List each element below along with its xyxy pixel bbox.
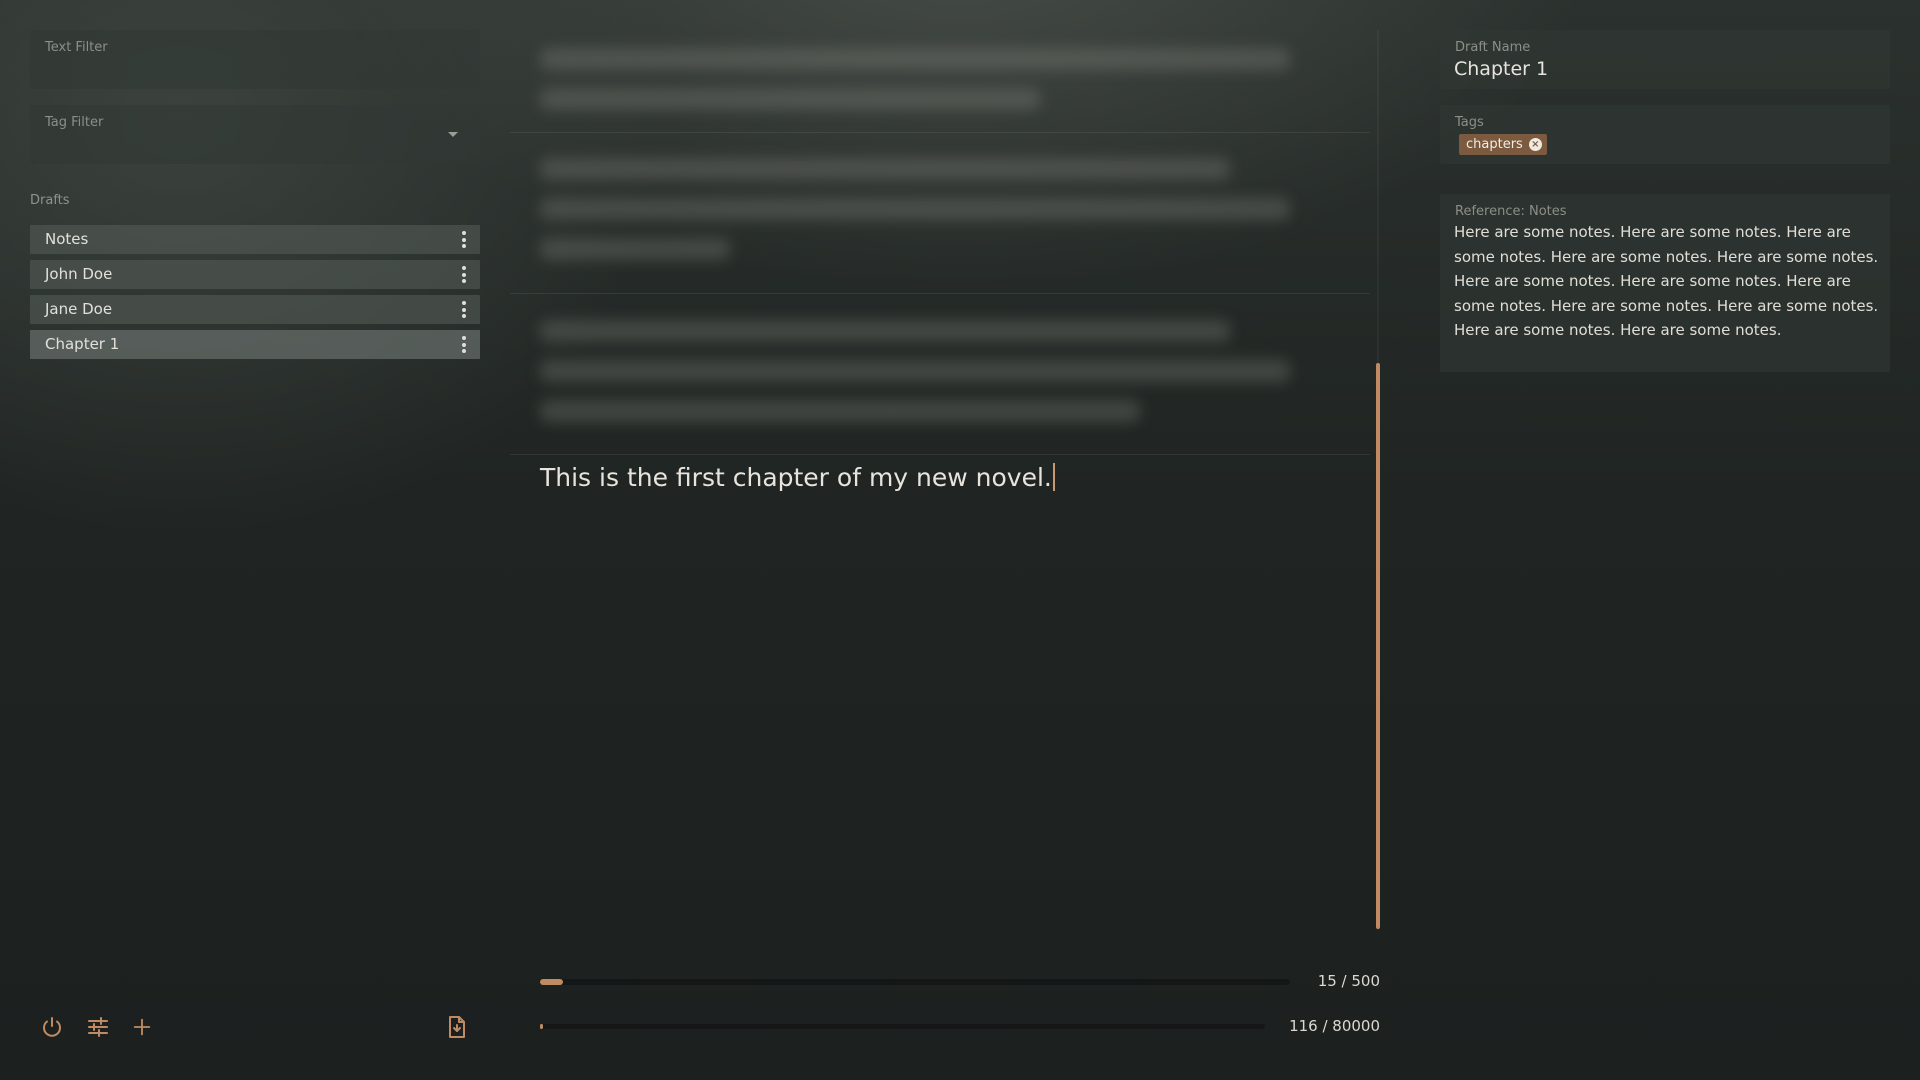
editor-scrollbar-thumb[interactable] (1376, 363, 1380, 929)
tags-label: Tags (1455, 115, 1484, 130)
draft-item-label: Chapter 1 (45, 335, 120, 353)
previous-paragraph-blurred (510, 302, 1370, 422)
current-paragraph[interactable]: This is the first chapter of my new nove… (540, 463, 1055, 492)
draft-item-notes[interactable]: Notes (30, 225, 480, 254)
paragraph-divider (510, 132, 1370, 133)
draft-name-label: Draft Name (1455, 40, 1531, 55)
more-vertical-icon[interactable] (462, 301, 466, 318)
paragraph-divider (510, 293, 1370, 294)
paragraph-goal-count: 15 / 500 (1317, 972, 1380, 990)
tag-chip: chapters × (1459, 134, 1547, 155)
draft-item-label: John Doe (45, 265, 113, 283)
paragraph-goal-progress (540, 979, 1290, 985)
power-icon[interactable] (38, 1013, 66, 1041)
draft-list: Notes John Doe Jane Doe Chapter 1 (30, 225, 480, 365)
tag-filter-label: Tag Filter (45, 115, 104, 130)
reference-text: Here are some notes. Here are some notes… (1454, 223, 1879, 339)
draft-item-jane-doe[interactable]: Jane Doe (30, 295, 480, 324)
plus-icon[interactable] (128, 1013, 156, 1041)
paragraph-divider (510, 454, 1370, 455)
more-vertical-icon[interactable] (462, 231, 466, 248)
previous-paragraph-blurred (510, 30, 1370, 110)
text-cursor (1052, 463, 1055, 491)
tag-chip-label: chapters (1466, 137, 1523, 152)
total-goal-count: 116 / 80000 (1289, 1017, 1380, 1035)
text-filter-label: Text Filter (45, 40, 108, 55)
paragraph-goal-progress-fill (540, 979, 563, 985)
more-vertical-icon[interactable] (462, 336, 466, 353)
current-paragraph-text: This is the first chapter of my new nove… (540, 463, 1052, 492)
draft-item-john-doe[interactable]: John Doe (30, 260, 480, 289)
tag-filter-select[interactable]: Tag Filter (30, 105, 480, 164)
drafts-section-title: Drafts (30, 193, 70, 208)
draft-item-label: Notes (45, 230, 89, 248)
export-file-icon[interactable] (443, 1013, 471, 1041)
draft-item-label: Jane Doe (45, 300, 113, 318)
remove-tag-icon[interactable]: × (1528, 138, 1542, 151)
reference-label: Reference: Notes (1455, 204, 1567, 219)
total-goal-progress (540, 1024, 1265, 1029)
draft-item-chapter-1[interactable]: Chapter 1 (30, 330, 480, 359)
sliders-icon[interactable] (84, 1013, 112, 1041)
total-goal-progress-fill (540, 1024, 543, 1029)
chevron-down-icon[interactable] (448, 132, 458, 137)
previous-paragraph-blurred (510, 140, 1370, 260)
text-filter-field[interactable]: Text Filter (30, 30, 480, 89)
draft-name-input[interactable]: Chapter 1 (1454, 58, 1548, 80)
more-vertical-icon[interactable] (462, 266, 466, 283)
